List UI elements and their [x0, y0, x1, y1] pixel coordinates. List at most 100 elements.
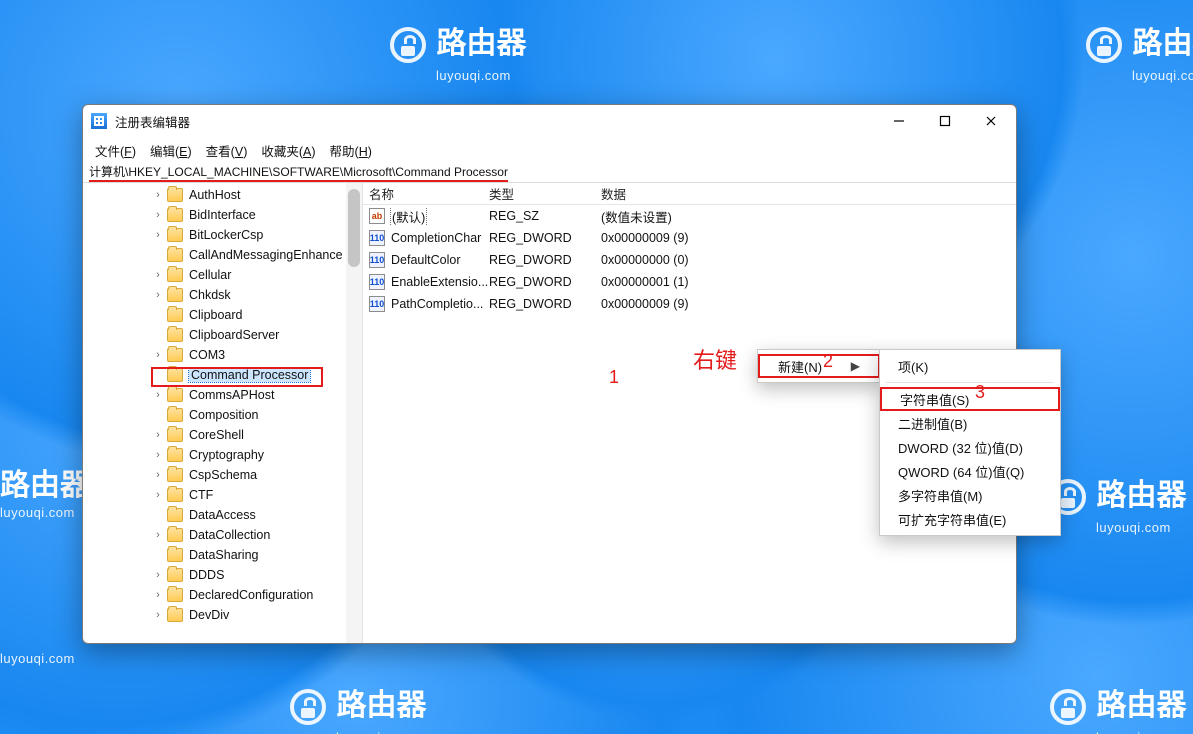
value-type: REG_SZ: [489, 209, 601, 223]
tree-expand-icon[interactable]: ›: [153, 569, 163, 581]
submenu-item[interactable]: 二进制值(B): [880, 411, 1060, 435]
watermark: 路由器 luyouqi.com: [1086, 18, 1193, 85]
context-submenu-new[interactable]: 项(K) 字符串值(S) 二进制值(B)DWORD (32 位)值(D)QWORD …: [879, 349, 1061, 536]
window-body: ›AuthHost›BidInterface›BitLockerCsp CallA…: [83, 183, 1016, 643]
tree-node-DataCollection[interactable]: ›DataCollection: [83, 525, 362, 545]
folder-icon: [167, 348, 183, 362]
tree-expand-icon[interactable]: ›: [153, 609, 163, 621]
col-name[interactable]: 名称: [369, 184, 489, 203]
menu-文件[interactable]: 文件(F): [89, 139, 142, 162]
tree-expand-icon[interactable]: ›: [153, 449, 163, 461]
tree-node-label: CTF: [189, 488, 213, 502]
values-pane[interactable]: 名称 类型 数据 ab(默认)REG_SZ(数值未设置)110Completio…: [363, 183, 1016, 643]
tree-node-CspSchema[interactable]: ›CspSchema: [83, 465, 362, 485]
string-value-icon: ab: [369, 208, 385, 224]
folder-icon: [167, 408, 183, 422]
close-button[interactable]: [968, 105, 1014, 137]
folder-icon: [167, 448, 183, 462]
menu-item-label: 新建(N): [778, 357, 822, 376]
value-row[interactable]: 110DefaultColorREG_DWORD0x00000000 (0): [363, 249, 1016, 271]
value-name: CompletionChar: [391, 231, 481, 245]
titlebar[interactable]: 注册表编辑器: [83, 105, 1016, 137]
submenu-item[interactable]: 可扩充字符串值(E): [880, 507, 1060, 531]
tree-node-DataSharing[interactable]: DataSharing: [83, 545, 362, 565]
tree-node-Clipboard[interactable]: Clipboard: [83, 305, 362, 325]
menu-编辑[interactable]: 编辑(E): [144, 139, 198, 162]
value-row[interactable]: 110PathCompletio...REG_DWORD0x00000009 (…: [363, 293, 1016, 315]
submenu-item[interactable]: 字符串值(S): [880, 387, 1060, 411]
col-type[interactable]: 类型: [489, 184, 601, 203]
folder-icon: [167, 468, 183, 482]
tree-expand-icon[interactable]: ›: [153, 469, 163, 481]
address-bar[interactable]: 计算机\HKEY_LOCAL_MACHINE\SOFTWARE\Microsof…: [83, 163, 1016, 183]
tree-scrollbar[interactable]: [346, 183, 362, 643]
tree-node-CommsAPHost[interactable]: › CommsAPHost: [83, 385, 362, 405]
value-data: 0x00000009 (9): [601, 231, 1016, 245]
value-row[interactable]: ab(默认)REG_SZ(数值未设置): [363, 205, 1016, 227]
value-type: REG_DWORD: [489, 231, 601, 245]
submenu-item[interactable]: QWORD (64 位)值(Q): [880, 459, 1060, 483]
tree-node-Chkdsk[interactable]: › Chkdsk: [83, 285, 362, 305]
minimize-button[interactable]: [876, 105, 922, 137]
tree-expand-icon[interactable]: ›: [153, 289, 163, 301]
tree-node-label: DDDS: [189, 568, 224, 582]
columns-header[interactable]: 名称 类型 数据: [363, 183, 1016, 205]
tree-expand-icon[interactable]: ›: [153, 349, 163, 361]
tree-node-BidInterface[interactable]: ›BidInterface: [83, 205, 362, 225]
tree-node-label: COM3: [189, 348, 225, 362]
tree-node-CallAndMessagingEnhance[interactable]: CallAndMessagingEnhance: [83, 245, 362, 265]
tree-expand-icon[interactable]: ›: [153, 269, 163, 281]
menu-item-new[interactable]: 新建(N) ▶: [758, 354, 880, 378]
tree-node-AuthHost[interactable]: ›AuthHost: [83, 185, 362, 205]
menu-查看[interactable]: 查看(V): [200, 139, 254, 162]
tree-node-DDDS[interactable]: › DDDS: [83, 565, 362, 585]
context-menu-new[interactable]: 新建(N) ▶: [757, 349, 881, 383]
tree-expand-icon[interactable]: ›: [153, 209, 163, 221]
address-text: 计算机\HKEY_LOCAL_MACHINE\SOFTWARE\Microsof…: [89, 165, 508, 182]
tree-expand-icon[interactable]: ›: [153, 529, 163, 541]
watermark: 路由器 luyouqi.com: [1050, 680, 1186, 734]
submenu-item[interactable]: DWORD (32 位)值(D): [880, 435, 1060, 459]
tree-node-label: DataAccess: [189, 508, 256, 522]
tree-expand-icon[interactable]: ›: [153, 189, 163, 201]
menu-收藏夹[interactable]: 收藏夹(A): [255, 139, 321, 162]
submenu-item-label: 字符串值(S): [900, 390, 969, 409]
tree-node-CTF[interactable]: › CTF: [83, 485, 362, 505]
tree-expand-icon[interactable]: ›: [153, 429, 163, 441]
watermark: luyouqi.com: [0, 650, 75, 668]
tree-expand-icon[interactable]: ›: [153, 389, 163, 401]
tree-node-CoreShell[interactable]: ›CoreShell: [83, 425, 362, 445]
tree-node-COM3[interactable]: › COM3: [83, 345, 362, 365]
tree-node-DevDiv[interactable]: ›DevDiv: [83, 605, 362, 625]
value-row[interactable]: 110EnableExtensio...REG_DWORD0x00000001 …: [363, 271, 1016, 293]
lock-icon: [1086, 27, 1122, 63]
tree-node-DataAccess[interactable]: DataAccess: [83, 505, 362, 525]
col-data[interactable]: 数据: [601, 184, 1016, 203]
tree-expand-icon[interactable]: ›: [153, 589, 163, 601]
value-data: 0x00000001 (1): [601, 275, 1016, 289]
tree-node-label: ClipboardServer: [189, 328, 279, 342]
tree-node-Cryptography[interactable]: ›Cryptography: [83, 445, 362, 465]
tree-node-Composition[interactable]: Composition: [83, 405, 362, 425]
value-row[interactable]: 110CompletionCharREG_DWORD0x00000009 (9): [363, 227, 1016, 249]
tree-node-label: CallAndMessagingEnhance: [189, 248, 343, 262]
tree-expand-icon[interactable]: ›: [153, 229, 163, 241]
tree-node-label: Chkdsk: [189, 288, 231, 302]
tree-node-BitLockerCsp[interactable]: ›BitLockerCsp: [83, 225, 362, 245]
lock-icon: [1050, 689, 1086, 725]
value-type: REG_DWORD: [489, 297, 601, 311]
tree-node-Command-Processor[interactable]: Command Processor: [83, 365, 362, 385]
folder-icon: [167, 188, 183, 202]
submenu-item[interactable]: 项(K): [880, 354, 1060, 378]
tree-expand-icon[interactable]: ›: [153, 489, 163, 501]
submenu-item[interactable]: 多字符串值(M): [880, 483, 1060, 507]
tree-pane[interactable]: ›AuthHost›BidInterface›BitLockerCsp CallA…: [83, 183, 363, 643]
folder-icon: [167, 228, 183, 242]
tree-node-Cellular[interactable]: ›Cellular: [83, 265, 362, 285]
scrollbar-thumb[interactable]: [348, 189, 360, 267]
menu-帮助[interactable]: 帮助(H): [324, 139, 378, 162]
tree-node-ClipboardServer[interactable]: ClipboardServer: [83, 325, 362, 345]
tree-node-DeclaredConfiguration[interactable]: ›DeclaredConfiguration: [83, 585, 362, 605]
tree-node-label: CommsAPHost: [189, 388, 274, 402]
maximize-button[interactable]: [922, 105, 968, 137]
